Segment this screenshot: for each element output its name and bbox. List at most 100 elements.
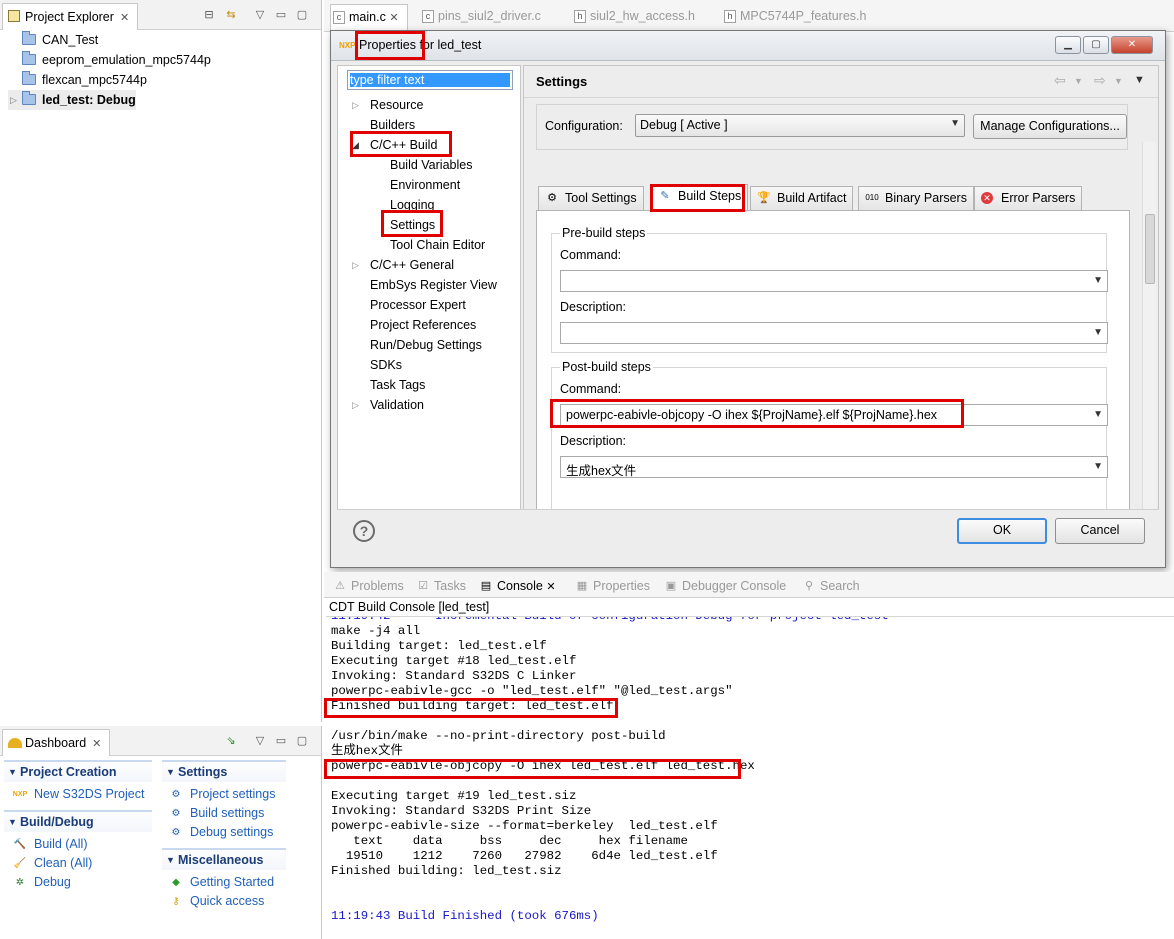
- nav-item-validation[interactable]: ▷ Validation: [352, 395, 424, 415]
- pre-build-command-field[interactable]: ▼: [560, 270, 1108, 292]
- nav-item-logging[interactable]: Logging: [390, 195, 435, 215]
- nav-item-sdks[interactable]: SDKs: [370, 355, 402, 375]
- minimize-icon[interactable]: ▭: [274, 8, 288, 22]
- tab-tasks[interactable]: ☑ Tasks: [416, 577, 466, 597]
- link-debug[interactable]: ✲ Debug: [8, 873, 71, 892]
- tab-build-steps[interactable]: ✎ Build Steps: [651, 184, 749, 211]
- link-project-settings[interactable]: ⚙ Project settings: [164, 785, 276, 804]
- tab-build-artifact[interactable]: 🏆 Build Artifact: [750, 186, 854, 211]
- project-explorer-tab-label: Project Explorer: [25, 10, 114, 24]
- tab-error-parsers[interactable]: ✕ Error Parsers: [974, 186, 1083, 211]
- project-name: eeprom_emulation_mpc5744p: [42, 53, 211, 67]
- nav-item-cpp-general[interactable]: ▷ C/C++ General: [352, 255, 454, 275]
- editor-tab-pins[interactable]: c pins_siul2_driver.c: [420, 4, 541, 30]
- tab-tool-settings[interactable]: ⚙ Tool Settings: [538, 186, 644, 211]
- minimize-icon[interactable]: ▭: [274, 734, 288, 748]
- view-menu-icon[interactable]: ▼: [1134, 74, 1145, 86]
- expand-arrow-icon[interactable]: ▷: [352, 95, 362, 115]
- tab-problems[interactable]: ⚠ Problems: [333, 577, 404, 597]
- manage-configurations-button[interactable]: Manage Configurations...: [973, 114, 1127, 139]
- dashboard-tab[interactable]: Dashboard ✕: [2, 729, 111, 756]
- nav-item-cpp-build[interactable]: ◢ C/C++ Build: [352, 135, 437, 155]
- link-label: New S32DS Project: [34, 787, 145, 801]
- tab-console[interactable]: ▤ Console ✕: [479, 577, 556, 597]
- editor-tab-siul2[interactable]: h siul2_hw_access.h: [572, 4, 695, 30]
- nav-item-processor-expert[interactable]: Processor Expert: [370, 295, 466, 315]
- editor-tab-features[interactable]: h MPC5744P_features.h: [722, 4, 866, 30]
- project-item-led-test[interactable]: ▷ led_test: Debug: [8, 90, 136, 110]
- nav-item-settings[interactable]: Settings: [390, 215, 435, 235]
- tab-search[interactable]: ⚲ Search: [802, 577, 860, 597]
- maximize-icon[interactable]: ▢: [295, 734, 309, 748]
- minimize-window-button[interactable]: ▁: [1055, 36, 1081, 54]
- nav-item-resource[interactable]: ▷ Resource: [352, 95, 424, 115]
- link-debug-settings[interactable]: ⚙ Debug settings: [164, 823, 274, 842]
- import-icon[interactable]: ⇘: [224, 734, 238, 748]
- back-arrow-icon[interactable]: ⇦: [1054, 72, 1066, 89]
- chevron-down-icon[interactable]: ▼: [1093, 327, 1103, 338]
- scrollbar-thumb[interactable]: [1145, 214, 1155, 284]
- expand-arrow-icon[interactable]: ▷: [352, 255, 362, 275]
- nav-item-run-debug-settings[interactable]: Run/Debug Settings: [370, 335, 482, 355]
- ok-button[interactable]: OK: [957, 518, 1047, 544]
- editor-tab-main-c[interactable]: c main.c ✕: [330, 4, 408, 30]
- close-icon[interactable]: ✕: [389, 12, 398, 24]
- forward-menu-icon[interactable]: ▼: [1114, 76, 1123, 86]
- chevron-down-icon[interactable]: ▼: [1093, 409, 1103, 420]
- expand-arrow-icon[interactable]: ▷: [10, 90, 17, 110]
- maximize-window-button[interactable]: ▢: [1083, 36, 1109, 54]
- nav-item-build-variables[interactable]: Build Variables: [390, 155, 472, 175]
- view-menu-icon[interactable]: ▽: [253, 734, 267, 748]
- nav-item-project-references[interactable]: Project References: [370, 315, 476, 335]
- nav-item-environment[interactable]: Environment: [390, 175, 460, 195]
- tab-binary-parsers[interactable]: 010 Binary Parsers: [858, 186, 974, 211]
- section-miscellaneous[interactable]: ▼ Miscellaneous: [162, 848, 286, 870]
- link-quick-access[interactable]: ⚷ Quick access: [164, 892, 264, 911]
- link-editor-icon[interactable]: ⇆: [224, 8, 238, 22]
- project-item-eeprom[interactable]: eeprom_emulation_mpc5744p: [8, 50, 211, 70]
- link-clean-all[interactable]: 🧹 Clean (All): [8, 854, 93, 873]
- filter-input[interactable]: [347, 70, 513, 90]
- nav-item-embsys[interactable]: EmbSys Register View: [370, 275, 497, 295]
- project-item-flexcan[interactable]: flexcan_mpc5744p: [8, 70, 147, 90]
- nav-item-tool-chain-editor[interactable]: Tool Chain Editor: [390, 235, 485, 255]
- section-project-creation[interactable]: ▼ Project Creation: [4, 760, 152, 782]
- post-build-command-field[interactable]: powerpc-eabivle-objcopy -O ihex ${ProjNa…: [560, 404, 1108, 426]
- collapse-all-icon[interactable]: ⊟: [202, 8, 216, 22]
- close-icon[interactable]: ✕: [92, 738, 101, 750]
- collapse-arrow-icon[interactable]: ▼: [8, 762, 17, 782]
- chevron-down-icon[interactable]: ▼: [1093, 461, 1103, 472]
- collapse-arrow-icon[interactable]: ▼: [166, 850, 175, 870]
- nav-item-task-tags[interactable]: Task Tags: [370, 375, 425, 395]
- nav-item-builders[interactable]: Builders: [370, 115, 415, 135]
- vertical-scrollbar[interactable]: [1142, 142, 1156, 524]
- close-icon[interactable]: ✕: [546, 581, 555, 593]
- post-build-description-field[interactable]: 生成hex文件 ▼: [560, 456, 1108, 478]
- close-icon[interactable]: ✕: [120, 12, 129, 24]
- pre-build-description-field[interactable]: ▼: [560, 322, 1108, 344]
- back-menu-icon[interactable]: ▼: [1074, 76, 1083, 86]
- link-getting-started[interactable]: ◆ Getting Started: [164, 873, 274, 892]
- collapse-arrow-icon[interactable]: ▼: [8, 812, 17, 832]
- tab-debugger-console[interactable]: ▣ Debugger Console: [664, 577, 786, 597]
- console-output[interactable]: 11:19:42 Incremental Build of configurat…: [326, 616, 1174, 939]
- project-item-can-test[interactable]: CAN_Test: [8, 30, 98, 50]
- forward-arrow-icon[interactable]: ⇨: [1094, 72, 1106, 89]
- configuration-select[interactable]: Debug [ Active ] ▼: [635, 114, 965, 137]
- view-menu-icon[interactable]: ▽: [253, 8, 267, 22]
- link-build-settings[interactable]: ⚙ Build settings: [164, 804, 265, 823]
- help-icon[interactable]: ?: [353, 520, 375, 542]
- tab-properties[interactable]: ▦ Properties: [575, 577, 650, 597]
- expand-arrow-icon[interactable]: ▷: [352, 395, 362, 415]
- link-build-all[interactable]: 🔨 Build (All): [8, 835, 88, 854]
- section-build-debug[interactable]: ▼ Build/Debug: [4, 810, 152, 832]
- link-new-s32ds-project[interactable]: NXP New S32DS Project: [8, 785, 145, 804]
- collapse-arrow-icon[interactable]: ▼: [166, 762, 175, 782]
- collapse-arrow-icon[interactable]: ◢: [352, 135, 362, 155]
- close-window-button[interactable]: ✕: [1111, 36, 1153, 54]
- maximize-icon[interactable]: ▢: [295, 8, 309, 22]
- chevron-down-icon[interactable]: ▼: [1093, 275, 1103, 286]
- project-explorer-tab[interactable]: Project Explorer ✕: [2, 3, 139, 30]
- cancel-button[interactable]: Cancel: [1055, 518, 1145, 544]
- section-settings[interactable]: ▼ Settings: [162, 760, 286, 782]
